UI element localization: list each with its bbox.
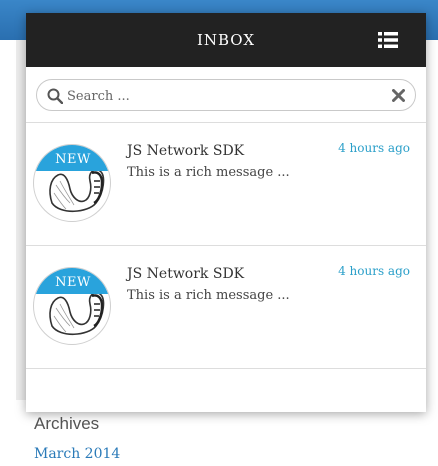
search-input[interactable]	[67, 86, 387, 106]
message-preview: This is a rich message ...	[127, 165, 290, 180]
message-avatar: NEW	[33, 267, 111, 345]
archives-heading: Archives	[34, 414, 100, 433]
message-timestamp: 4 hours ago	[338, 264, 410, 278]
inbox-panel: INBOX Search ... NEW JS Network SDK This…	[26, 13, 426, 412]
message-item[interactable]: NEW JS Network SDK This is a rich messag…	[26, 123, 426, 246]
clear-search-icon[interactable]	[392, 89, 405, 102]
inbox-header: INBOX	[26, 13, 426, 67]
list-menu-icon[interactable]	[378, 32, 398, 48]
background-sidebar	[16, 40, 26, 400]
search-box	[36, 79, 416, 111]
search-bar	[26, 67, 426, 123]
message-preview: This is a rich message ...	[127, 288, 290, 303]
inbox-title: INBOX	[196, 31, 256, 49]
search-icon	[47, 88, 63, 104]
message-title: JS Network SDK	[127, 143, 245, 159]
message-item[interactable]: NEW JS Network SDK This is a rich messag…	[26, 246, 426, 369]
message-title: JS Network SDK	[127, 266, 245, 282]
message-avatar: NEW	[33, 144, 111, 222]
message-timestamp: 4 hours ago	[338, 141, 410, 155]
new-badge: NEW	[34, 145, 110, 171]
new-badge: NEW	[34, 268, 110, 294]
archives-link-march-2014[interactable]: March 2014	[34, 446, 120, 462]
